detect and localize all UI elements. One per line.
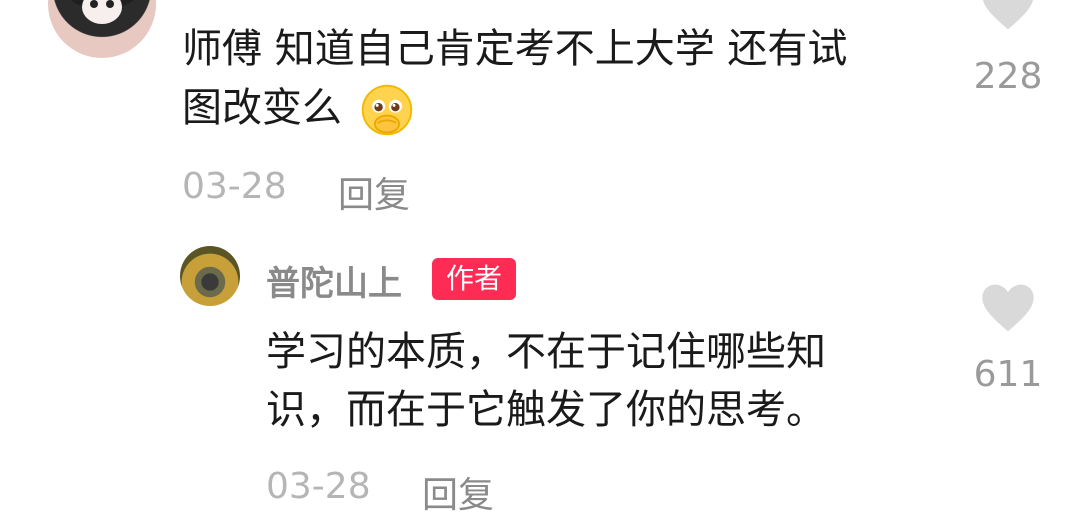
reply-avatar[interactable] [180,246,240,306]
comment-text-line2-text: 图改变么 [182,85,342,131]
like-count: 228 [973,56,1043,97]
like-heart-icon[interactable] [980,282,1036,334]
reply-reply-button[interactable]: 回复 [422,466,494,518]
pleading-face-emoji-icon [361,84,412,136]
reply-text: 学习的本质，不在于记住哪些知 识，而在于它触发了你的思考。 [266,328,906,434]
reply-text-line2: 识，而在于它触发了你的思考。 [266,387,826,433]
comment-text: 师傅 知道自己肯定考不上大学 还有试 图改变么 [182,24,942,138]
reply-text-line1: 学习的本质，不在于记住哪些知 [266,329,826,375]
avatar-eye [106,0,114,8]
comment-avatar[interactable] [48,0,156,58]
comment-text-line1: 师傅 知道自己肯定考不上大学 还有试 [182,26,848,72]
author-badge: 作者 [432,258,516,300]
reply-date: 03-28 [266,466,371,507]
comment-date: 03-28 [182,166,287,207]
like-count: 611 [973,354,1043,395]
comment-text-line2: 图改变么 [182,82,942,138]
comment-reply-button[interactable]: 回复 [338,166,410,218]
avatar-eye [90,0,98,8]
avatar-face [82,0,122,24]
reply-username[interactable]: 普陀山上 [266,256,402,305]
like-heart-icon[interactable] [980,0,1036,32]
